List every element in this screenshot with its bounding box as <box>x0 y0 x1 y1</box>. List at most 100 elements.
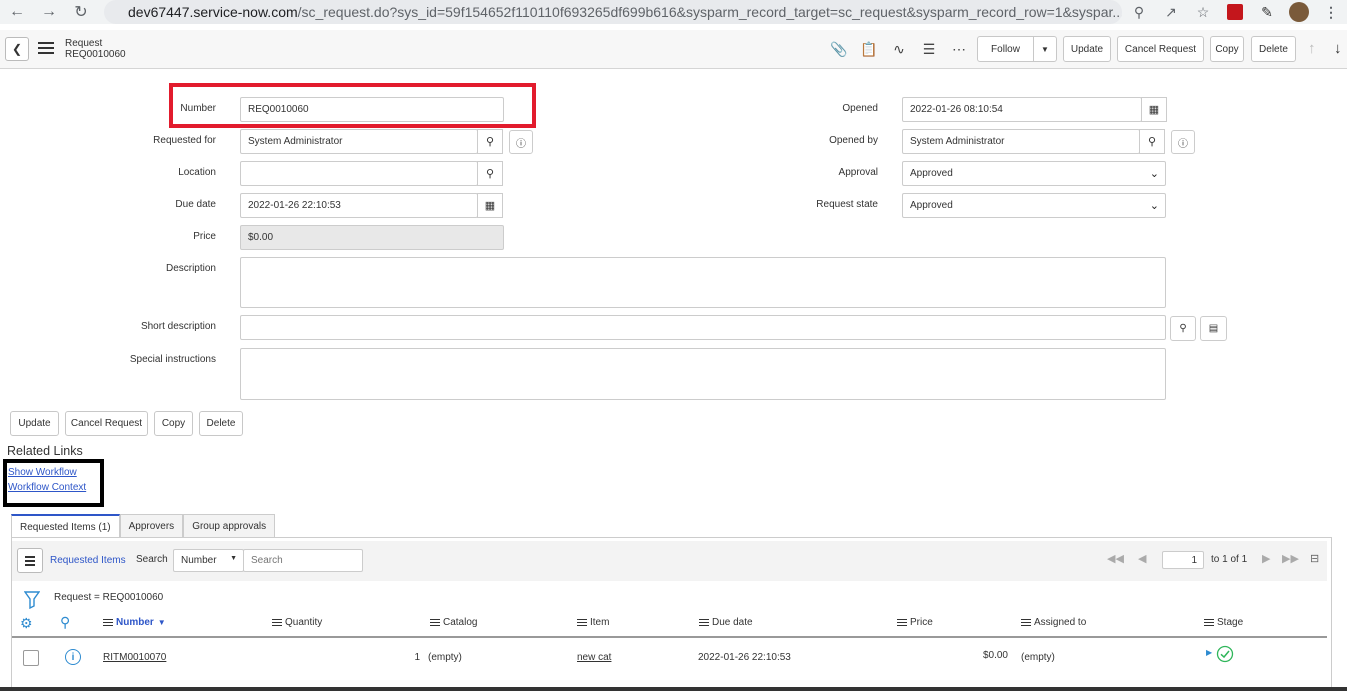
search-field-select[interactable]: Number ▼ <box>173 549 244 572</box>
header-cancel-request-button[interactable]: Cancel Request <box>1117 36 1204 62</box>
request-state-select[interactable]: Approved ⌄ <box>902 193 1166 218</box>
column-header-item[interactable]: Item <box>577 617 609 628</box>
clipboard-icon[interactable]: 📋 <box>854 38 884 60</box>
header-divider <box>12 636 1327 638</box>
bookmark-star-icon[interactable]: ☆ <box>1187 0 1219 24</box>
follow-button[interactable]: Follow <box>977 36 1034 62</box>
due-date-label: Due date <box>175 199 216 210</box>
due-date-calendar-icon[interactable]: ▦ <box>477 193 503 218</box>
next-page-icon[interactable]: ▶ <box>1262 552 1270 565</box>
tab-requested-items[interactable]: Requested Items (1) <box>11 514 120 538</box>
opened-calendar-icon[interactable]: ▦ <box>1141 97 1167 122</box>
tab-approvers[interactable]: Approvers <box>119 514 184 538</box>
description-field[interactable] <box>240 257 1166 308</box>
gear-icon[interactable]: ⚙ <box>20 615 33 632</box>
header-copy-button[interactable]: Copy <box>1210 36 1244 62</box>
browser-toolbar: ← → ↻ dev67447.service-now.com/sc_reques… <box>0 0 1347 24</box>
reload-icon[interactable]: ↻ <box>68 0 94 24</box>
column-header-catalog[interactable]: Catalog <box>430 617 477 628</box>
chevron-down-icon: ⌄ <box>1149 200 1159 212</box>
requested-for-search-icon[interactable]: ⚲ <box>477 129 503 154</box>
column-header-stage[interactable]: Stage <box>1204 617 1243 628</box>
column-header-quantity[interactable]: Quantity <box>272 617 322 628</box>
zoom-icon[interactable]: ⚲ <box>1123 0 1155 24</box>
column-header-price[interactable]: Price <box>897 617 933 628</box>
forward-arrow-icon[interactable]: → <box>36 0 62 24</box>
stage-expand-icon[interactable]: ▶ <box>1206 648 1212 657</box>
delete-button[interactable]: Delete <box>199 411 243 436</box>
more-options-icon[interactable]: ⋯ <box>944 38 974 60</box>
share-icon[interactable]: ↗ <box>1155 0 1187 24</box>
follow-dropdown-button[interactable]: ▼ <box>1033 36 1057 62</box>
row-item-link[interactable]: new cat <box>577 652 611 663</box>
paperclip-icon[interactable]: 📎 <box>824 38 854 60</box>
stage-complete-check-icon <box>1216 645 1234 663</box>
lightbulb-icon[interactable]: ⚲ <box>1170 316 1196 341</box>
special-instructions-label: Special instructions <box>129 354 216 365</box>
search-label: Search <box>136 554 168 565</box>
activity-icon[interactable]: ∿ <box>884 38 914 60</box>
location-field[interactable] <box>240 161 478 186</box>
bottom-scrollbar[interactable] <box>0 687 1347 691</box>
url-path: /sc_request.do?sys_id=59f154652f110110f6… <box>297 4 1122 20</box>
collapse-icon[interactable]: ⊟ <box>1310 552 1319 565</box>
puzzle-extensions-icon[interactable]: ✎ <box>1251 0 1283 24</box>
settings-sliders-icon[interactable]: ☰ <box>914 38 944 60</box>
tab-group-approvals[interactable]: Group approvals <box>183 514 276 538</box>
row-number-link[interactable]: RITM0010070 <box>103 652 166 663</box>
template-icon[interactable]: ▤ <box>1200 316 1227 341</box>
short-description-field[interactable] <box>240 315 1166 340</box>
row-checkbox[interactable] <box>23 650 39 666</box>
caret-down-icon: ▼ <box>230 555 237 562</box>
copy-button[interactable]: Copy <box>154 411 193 436</box>
address-bar[interactable]: dev67447.service-now.com/sc_request.do?s… <box>104 0 1122 24</box>
requested-for-field[interactable]: System Administrator <box>240 129 478 154</box>
back-button[interactable]: ❮ <box>5 37 29 61</box>
back-arrow-icon[interactable]: ← <box>4 0 30 24</box>
update-button[interactable]: Update <box>10 411 59 436</box>
approval-select[interactable]: Approved ⌄ <box>902 161 1166 186</box>
cancel-request-button[interactable]: Cancel Request <box>65 411 148 436</box>
special-instructions-field[interactable] <box>240 348 1166 400</box>
avatar[interactable] <box>1283 0 1315 24</box>
previous-page-icon[interactable]: ◀ <box>1138 552 1146 565</box>
location-search-icon[interactable]: ⚲ <box>477 161 503 186</box>
last-page-icon[interactable]: ▶▶ <box>1282 552 1299 565</box>
search-input[interactable] <box>243 549 363 572</box>
requested-for-info-icon[interactable]: ⓘ <box>509 130 533 154</box>
approval-value: Approved <box>910 168 953 179</box>
row-info-icon[interactable]: i <box>65 649 81 665</box>
opened-by-search-icon[interactable]: ⚲ <box>1139 129 1165 154</box>
opened-label: Opened <box>842 103 878 114</box>
row-quantity: 1 <box>414 652 420 663</box>
header-update-button[interactable]: Update <box>1063 36 1111 62</box>
column-header-number[interactable]: Number ▼ <box>103 617 166 628</box>
header-delete-button[interactable]: Delete <box>1251 36 1296 62</box>
opened-field[interactable]: 2022-01-26 08:10:54 <box>902 97 1142 122</box>
record-title: Request REQ0010060 <box>65 38 126 60</box>
opened-by-label: Opened by <box>829 135 878 146</box>
filter-breadcrumb[interactable]: Request = REQ0010060 <box>54 592 163 603</box>
filter-funnel-icon[interactable] <box>24 591 40 609</box>
next-record-arrow-icon[interactable]: ↓ <box>1334 40 1342 57</box>
highlight-box-related-links <box>3 459 104 507</box>
record-type: Request <box>65 38 103 49</box>
page-input[interactable]: 1 <box>1162 551 1204 569</box>
pdf-extension-icon[interactable] <box>1219 0 1251 24</box>
opened-by-info-icon[interactable]: ⓘ <box>1171 130 1195 154</box>
list-menu-icon[interactable] <box>17 548 43 573</box>
first-page-icon[interactable]: ◀◀ <box>1107 552 1124 565</box>
due-date-field[interactable]: 2022-01-26 22:10:53 <box>240 193 478 218</box>
previous-record-arrow-icon[interactable]: ↑ <box>1308 40 1316 57</box>
context-menu-icon[interactable] <box>38 42 54 56</box>
list-title[interactable]: Requested Items <box>50 555 126 566</box>
column-header-due-date[interactable]: Due date <box>699 617 753 628</box>
short-description-label: Short description <box>140 321 216 332</box>
description-label: Description <box>165 263 216 274</box>
requested-for-label: Requested for <box>153 135 216 146</box>
menu-dots-icon[interactable]: ⋮ <box>1315 0 1347 24</box>
search-field-value: Number <box>181 555 217 566</box>
search-icon[interactable]: ⚲ <box>60 614 70 631</box>
column-header-assigned-to[interactable]: Assigned to <box>1021 617 1086 628</box>
opened-by-field[interactable]: System Administrator <box>902 129 1140 154</box>
